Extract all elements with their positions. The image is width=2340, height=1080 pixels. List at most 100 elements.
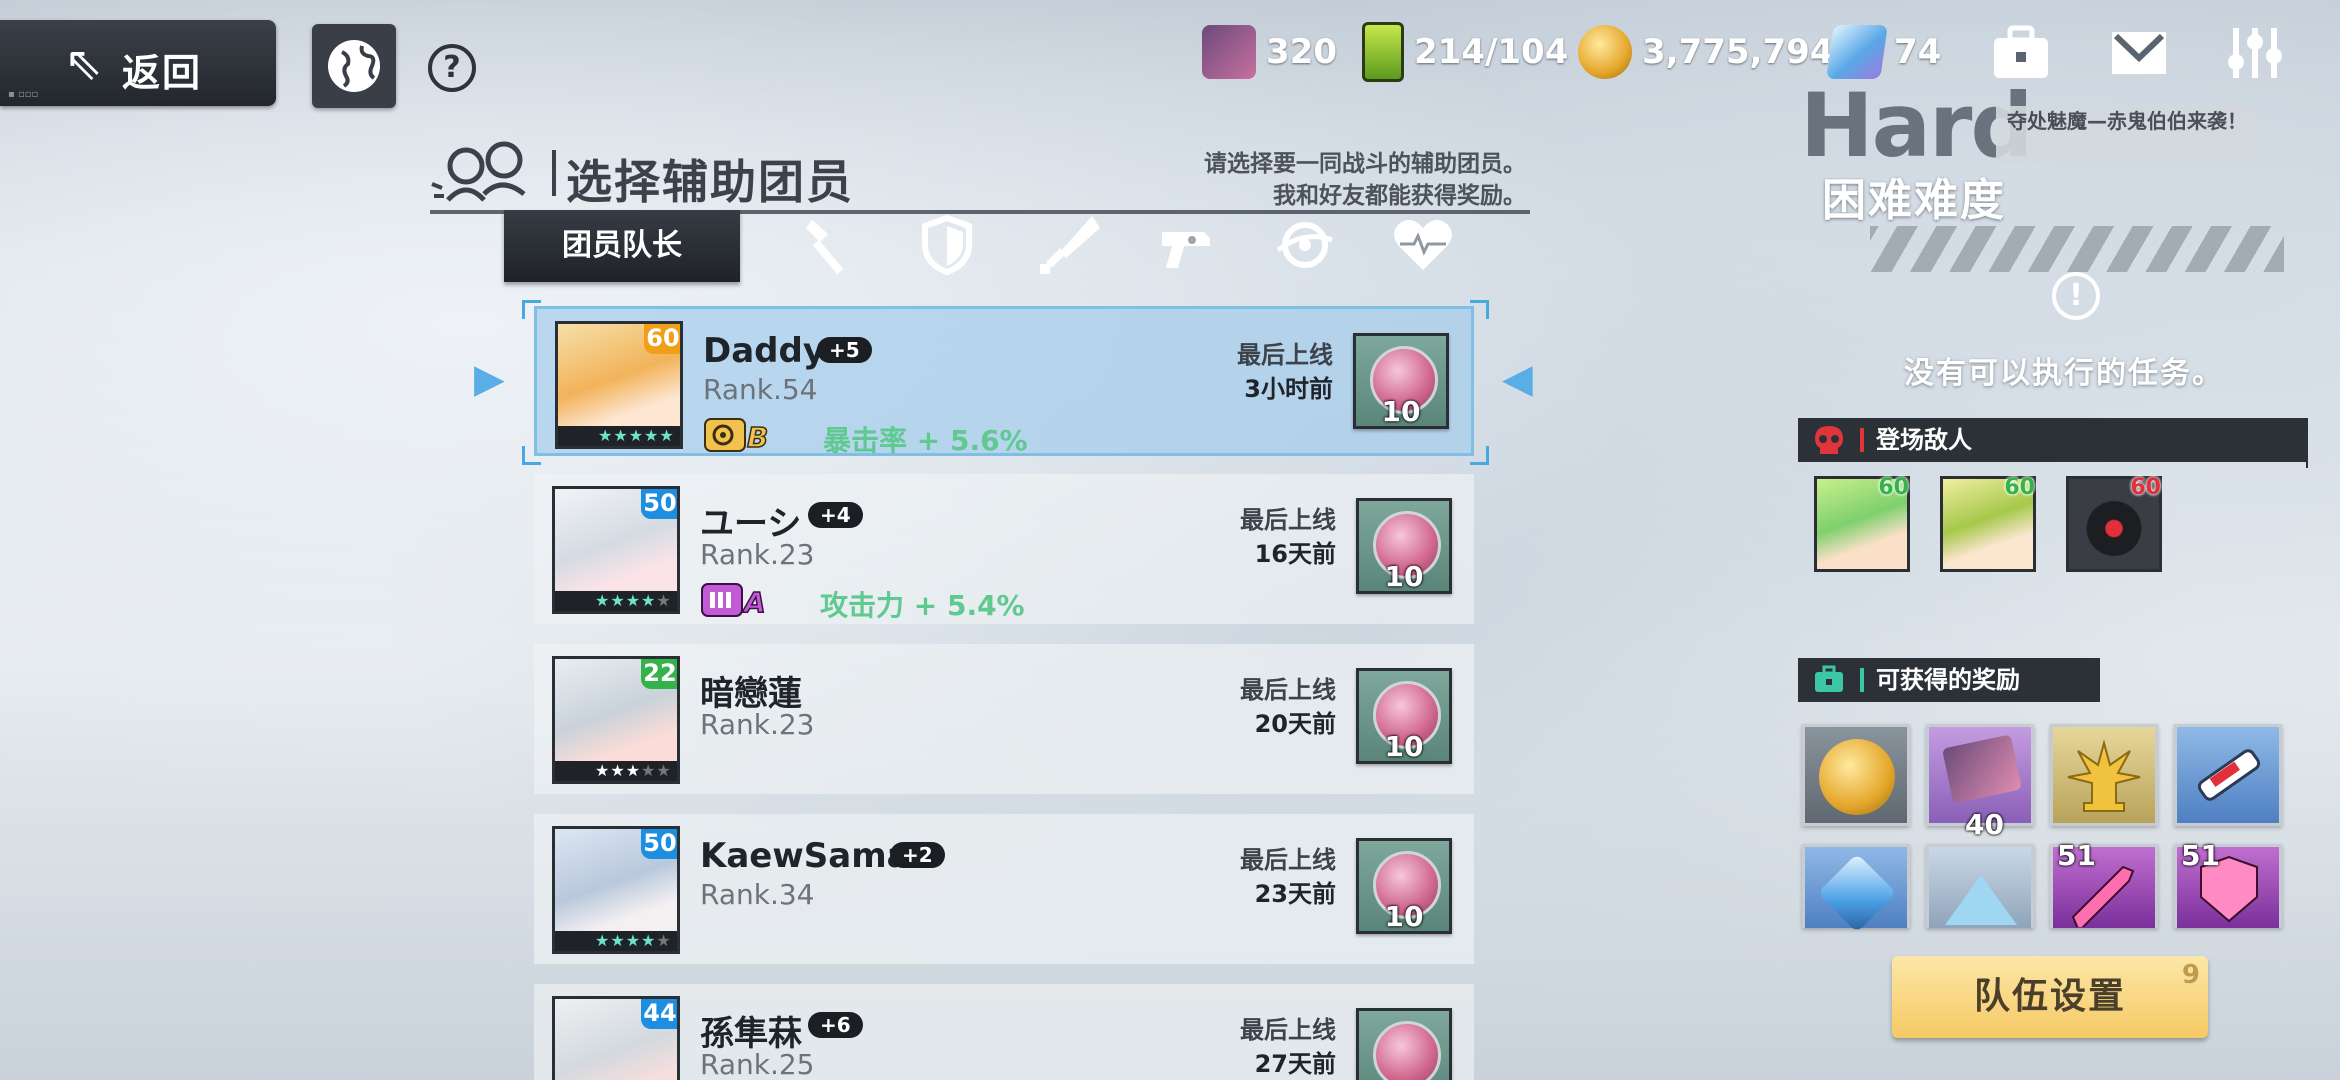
- globe-button[interactable]: [312, 24, 396, 108]
- plus-badge: +4: [808, 502, 863, 528]
- player-row[interactable]: 44 孫隼菻 +6 Rank.25 最后上线 27天前: [534, 984, 1474, 1080]
- reward-gem-pile[interactable]: [1926, 844, 2034, 928]
- crosshair-skill-icon: B: [704, 418, 769, 453]
- team-settings-label: 队伍设置: [1973, 976, 2126, 1017]
- player-row[interactable]: 50 ★★★★★ ユーシ +4 Rank.23 A 攻击力 + 5.4% 最后上…: [534, 474, 1474, 624]
- resource-stamina[interactable]: 214/104: [1362, 22, 1569, 82]
- player-row[interactable]: 22 ★★★★★ 暗戀蓮 Rank.23 最后上线 20天前 10: [534, 644, 1474, 794]
- syringe-icon: [2197, 749, 2261, 801]
- skill-grade: A: [742, 586, 766, 618]
- hazard-stripes: [1870, 226, 2284, 272]
- level-badge: 60: [644, 324, 680, 354]
- last-online-label: 最后上线: [1240, 676, 1336, 704]
- gem-pile-icon: [1945, 875, 2017, 925]
- last-online-label: 最后上线: [1237, 341, 1333, 369]
- player-name: Daddy: [703, 331, 826, 371]
- selection-arrow-right-icon: ◀: [1502, 356, 1533, 402]
- reward-ticket-pack[interactable]: 40: [1926, 724, 2034, 841]
- shield-icon[interactable]: [912, 210, 982, 280]
- resource-gem[interactable]: 74: [1826, 24, 1941, 80]
- header-rule: [2306, 418, 2308, 468]
- rewards-header: 可获得的奖励: [1798, 658, 2100, 702]
- star-rating: ★★★★★: [555, 931, 677, 951]
- enemy-level: 60: [2004, 475, 2035, 500]
- reward-pink-weapon[interactable]: 51: [2050, 839, 2158, 933]
- stamina-value: 214/104: [1414, 32, 1569, 72]
- level-badge: 50: [641, 829, 677, 859]
- star-rating: ★★★★★: [555, 591, 677, 611]
- last-online-value: 16天前: [1254, 540, 1336, 568]
- resource-ticket[interactable]: 320: [1202, 24, 1337, 80]
- enemy-thumb[interactable]: 60: [1814, 475, 1910, 572]
- skill-bonus: 暴击率 + 5.6%: [823, 424, 1028, 457]
- skull-coin-icon: [1373, 1021, 1441, 1080]
- star-rating: ★★★★★: [558, 426, 680, 446]
- player-rank: Rank.23: [700, 708, 815, 741]
- coin-count: 10: [1384, 560, 1424, 593]
- last-online-label: 最后上线: [1240, 1016, 1336, 1044]
- arrow-up-left-icon: ⇖: [64, 36, 103, 90]
- gem-icon: [1826, 25, 1888, 79]
- resource-gold[interactable]: 3,775,794: [1578, 24, 1833, 80]
- level-badge: 22: [641, 659, 677, 689]
- reward-golden-statue[interactable]: [2050, 724, 2158, 826]
- tab-leader[interactable]: 团员队长: [504, 210, 740, 282]
- enemy-thumb[interactable]: 60: [2066, 475, 2162, 572]
- last-online-value: 20天前: [1254, 710, 1336, 738]
- player-name: KaewSama: [700, 836, 910, 876]
- no-task-text: 没有可以执行的任务。: [1904, 356, 2224, 391]
- title-divider: [552, 150, 556, 196]
- settings-sliders-icon[interactable]: [2224, 22, 2286, 84]
- orbit-icon[interactable]: [1270, 210, 1340, 280]
- plus-badge: +6: [808, 1012, 863, 1038]
- friend-coin: 10: [1356, 838, 1452, 934]
- player-avatar: 22 ★★★★★: [552, 656, 680, 784]
- coin-count: 10: [1384, 730, 1424, 763]
- ticket-icon: [1202, 25, 1256, 79]
- ammo-skill-icon: A: [701, 583, 766, 618]
- last-online-value: 27天前: [1254, 1050, 1336, 1078]
- level-badge: 50: [641, 489, 677, 519]
- reward-pink-armor[interactable]: 51: [2174, 839, 2282, 928]
- reward-count: 40: [1965, 808, 2004, 841]
- player-row[interactable]: 50 ★★★★★ KaewSama +2 Rank.34 最后上线 23天前 1…: [534, 814, 1474, 964]
- axe-icon[interactable]: [794, 210, 864, 280]
- coin-count: 10: [1384, 900, 1424, 933]
- page-title: 选择辅助团员: [566, 155, 854, 209]
- back-button[interactable]: ⇖ 返回 ▪ ▫▫▫: [0, 20, 276, 106]
- enemy-thumb[interactable]: 60: [1940, 475, 2036, 572]
- last-online-value: 23天前: [1254, 880, 1336, 908]
- skill-bonus: 攻击力 + 5.4%: [820, 589, 1025, 622]
- friend-coin: 10: [1356, 668, 1452, 764]
- reward-blue-crystal[interactable]: [1802, 844, 1910, 933]
- mail-icon[interactable]: [2108, 22, 2170, 84]
- player-row[interactable]: 60 ★★★★★ Daddy +5 Rank.54 B 暴击率 + 5.6% 最…: [534, 306, 1474, 457]
- sword-icon[interactable]: [1034, 210, 1104, 280]
- player-rank: Rank.23: [700, 538, 815, 571]
- reward-syringe[interactable]: [2174, 724, 2282, 826]
- ticket-value: 320: [1266, 32, 1337, 72]
- friend-coin: 10: [1353, 333, 1449, 429]
- battery-icon: [1362, 22, 1404, 82]
- skull-icon: [1815, 426, 1843, 454]
- header-hint: 请选择要一同战斗的辅助团员。 我和好友都能获得奖励。: [1204, 148, 1526, 212]
- enemy-level: 60: [1878, 475, 1909, 500]
- last-online-value: 3小时前: [1244, 375, 1333, 403]
- enemy-level: 60: [2130, 475, 2161, 500]
- rewards-label: 可获得的奖励: [1876, 666, 2020, 694]
- crystal-icon: [1817, 853, 1897, 933]
- gun-icon[interactable]: [1152, 210, 1222, 280]
- plus-badge: +2: [890, 842, 945, 868]
- heartbeat-icon[interactable]: [1388, 210, 1458, 280]
- last-online-label: 最后上线: [1240, 846, 1336, 874]
- golden-statue-icon: [2067, 739, 2141, 812]
- team-settings-number: 9: [2181, 960, 2202, 990]
- chest-icon: [1815, 665, 1843, 692]
- reward-gold-coin[interactable]: [1802, 724, 1910, 826]
- team-settings-button[interactable]: 队伍设置 9: [1892, 956, 2208, 1038]
- star-rating: ★★★★★: [555, 761, 677, 781]
- help-button[interactable]: ?: [428, 44, 476, 92]
- skill-grade: B: [747, 421, 768, 453]
- friend-coin: [1356, 1008, 1452, 1080]
- enemies-label: 登场敌人: [1876, 426, 1972, 454]
